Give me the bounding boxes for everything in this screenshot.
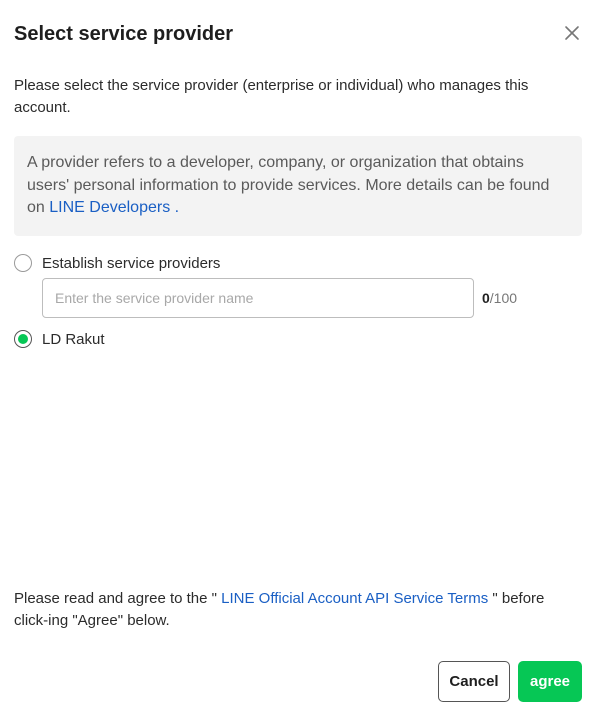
option-label: LD Rakut — [42, 330, 105, 348]
counter-max: /100 — [489, 290, 518, 306]
api-terms-link[interactable]: LINE Official Account API Service Terms — [221, 590, 488, 607]
provider-name-input[interactable] — [42, 278, 474, 318]
character-counter: 0/100 — [482, 290, 517, 306]
option-ld-rakut[interactable]: LD Rakut — [14, 330, 105, 348]
cancel-button[interactable]: Cancel — [438, 661, 510, 702]
dialog-description: Please select the service provider (ente… — [14, 77, 529, 116]
dialog-title: Select service provider — [14, 23, 234, 45]
agree-button[interactable]: agree — [518, 661, 582, 702]
provider-info-box: A provider refers to a developer, compan… — [14, 136, 582, 236]
info-text-end: . — [170, 199, 180, 216]
line-developers-link[interactable]: LINE Developers — [49, 199, 170, 216]
radio-ld-rakut[interactable] — [14, 330, 32, 348]
option-establish-provider[interactable]: Establish service providers — [14, 254, 220, 272]
close-icon[interactable] — [561, 22, 583, 44]
option-label: Establish service providers — [42, 254, 221, 272]
radio-selected-dot — [18, 334, 28, 344]
select-provider-dialog: Select service provider Please select th… — [0, 0, 597, 710]
counter-current: 0 — [482, 290, 490, 306]
terms-agreement-text: Please read and agree to the " LINE Offi… — [14, 588, 582, 632]
terms-text: Please read and agree to the " — [14, 590, 222, 607]
radio-establish-provider[interactable] — [14, 254, 32, 272]
